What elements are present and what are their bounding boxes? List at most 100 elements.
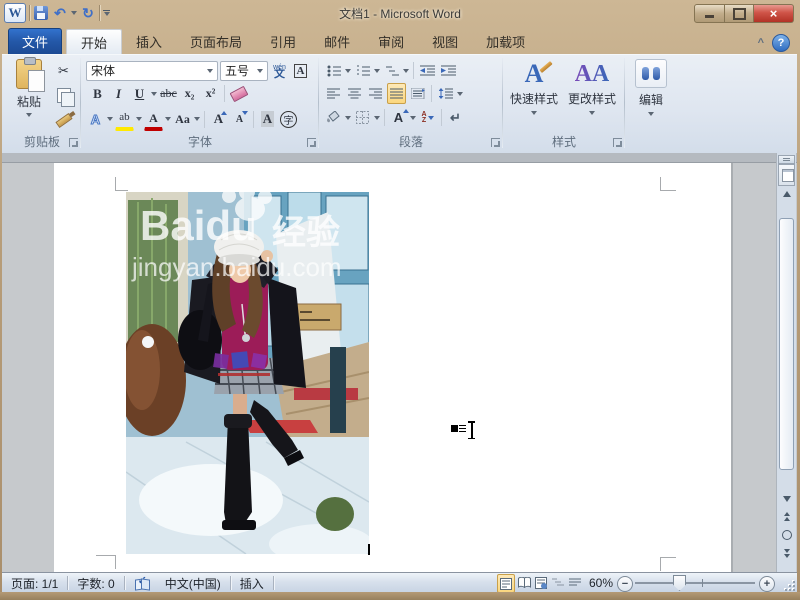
font-name-combo[interactable]: 宋体: [86, 61, 218, 81]
character-border-button[interactable]: A: [291, 60, 310, 81]
distribute-button[interactable]: [408, 83, 427, 104]
print-layout-view-button[interactable]: [497, 574, 515, 593]
tab-page-layout[interactable]: 页面布局: [176, 29, 256, 54]
font-color-button[interactable]: A: [144, 107, 163, 131]
asian-layout-button[interactable]: A: [389, 107, 408, 128]
numbering-button[interactable]: [353, 60, 372, 81]
scrollbar-thumb[interactable]: [779, 218, 794, 470]
align-left-button[interactable]: [324, 83, 343, 104]
editing-dropdown-arrow[interactable]: [648, 112, 654, 116]
zoom-out-button[interactable]: −: [617, 576, 633, 592]
previous-page-button[interactable]: [778, 508, 795, 524]
collapse-ribbon-icon[interactable]: ^: [758, 37, 764, 49]
bullets-dropdown-arrow[interactable]: [345, 69, 351, 73]
tab-references[interactable]: 引用: [256, 29, 310, 54]
font-size-combo[interactable]: 五号: [220, 61, 268, 81]
superscript-button[interactable]: x²: [201, 83, 220, 104]
underline-dropdown-arrow[interactable]: [151, 92, 157, 96]
tab-review[interactable]: 审阅: [364, 29, 418, 54]
help-button[interactable]: ?: [772, 34, 790, 52]
change-styles-dropdown-arrow[interactable]: [589, 111, 595, 115]
close-button[interactable]: ×: [754, 4, 794, 23]
scroll-up-button[interactable]: [778, 186, 795, 201]
word-count[interactable]: 字数: 0: [68, 575, 123, 592]
phonetic-guide-button[interactable]: wén 文: [270, 60, 289, 81]
scroll-down-button[interactable]: [778, 491, 795, 506]
editing-button[interactable]: 编辑: [631, 59, 671, 143]
strikethrough-button[interactable]: abc: [159, 83, 178, 104]
draft-view-button[interactable]: [567, 574, 583, 591]
line-spacing-button[interactable]: [436, 83, 455, 104]
inserted-picture[interactable]: Baidu 经验 jingyan.baidu.com: [126, 192, 369, 554]
select-browse-object-button[interactable]: [778, 527, 795, 543]
quick-styles-button[interactable]: A 快速样式: [506, 57, 562, 137]
copy-button[interactable]: [54, 85, 73, 106]
justify-button[interactable]: [387, 83, 406, 104]
borders-button[interactable]: [353, 107, 372, 128]
font-color-dropdown-arrow[interactable]: [165, 117, 171, 121]
highlight-button[interactable]: ab: [115, 107, 134, 131]
shading-button[interactable]: [324, 107, 343, 128]
paste-dropdown-arrow[interactable]: [26, 113, 32, 117]
character-shading-button[interactable]: A: [258, 109, 277, 130]
zoom-slider-track[interactable]: [635, 582, 755, 584]
resize-grip[interactable]: [782, 578, 795, 591]
line-spacing-dropdown-arrow[interactable]: [457, 92, 463, 96]
font-dialog-launcher[interactable]: [307, 138, 316, 147]
tab-mailings[interactable]: 邮件: [310, 29, 364, 54]
increase-indent-button[interactable]: [439, 60, 458, 81]
text-effects-button[interactable]: A: [86, 109, 105, 130]
tab-view[interactable]: 视图: [418, 29, 472, 54]
zoom-slider-thumb[interactable]: [673, 575, 686, 591]
change-case-button[interactable]: Aa: [173, 109, 192, 130]
tab-add-ins[interactable]: 加载项: [472, 29, 539, 54]
title-bar[interactable]: W ↶ ↻ 文档1 - Microsoft Word ×: [0, 0, 800, 26]
web-layout-view-button[interactable]: [533, 574, 549, 591]
tab-home[interactable]: 开始: [66, 29, 122, 54]
split-window-handle[interactable]: [778, 155, 795, 164]
minimize-button[interactable]: [694, 4, 725, 23]
highlight-dropdown-arrow[interactable]: [136, 117, 142, 121]
maximize-button[interactable]: [725, 4, 754, 23]
subscript-button[interactable]: x₂: [180, 83, 199, 104]
multilevel-list-button[interactable]: [382, 60, 401, 81]
quick-styles-dropdown-arrow[interactable]: [531, 111, 537, 115]
change-case-dropdown-arrow[interactable]: [194, 117, 200, 121]
shrink-font-button[interactable]: A: [230, 109, 249, 130]
underline-button[interactable]: U: [130, 83, 149, 104]
italic-button[interactable]: I: [109, 83, 128, 104]
styles-dialog-launcher[interactable]: [613, 138, 622, 147]
proofing-status-icon[interactable]: ✓: [135, 577, 150, 589]
bullets-button[interactable]: [324, 60, 343, 81]
clear-formatting-button[interactable]: [229, 83, 248, 104]
zoom-in-button[interactable]: +: [759, 576, 775, 592]
full-screen-reading-view-button[interactable]: [516, 574, 532, 591]
bold-button[interactable]: B: [88, 83, 107, 104]
clipboard-dialog-launcher[interactable]: [69, 138, 78, 147]
cut-button[interactable]: ✂: [54, 60, 73, 81]
outline-view-button[interactable]: [550, 574, 566, 591]
paste-button[interactable]: 粘贴: [10, 59, 48, 133]
text-effects-dropdown-arrow[interactable]: [107, 117, 113, 121]
decrease-indent-button[interactable]: [418, 60, 437, 81]
insert-mode-indicator[interactable]: 插入: [231, 575, 273, 592]
grow-font-button[interactable]: A: [209, 109, 228, 130]
page-indicator[interactable]: 页面: 1/1: [2, 575, 67, 592]
align-center-button[interactable]: [345, 83, 364, 104]
borders-dropdown-arrow[interactable]: [374, 116, 380, 120]
align-right-button[interactable]: [366, 83, 385, 104]
ruler-toggle-button[interactable]: [778, 164, 795, 186]
tab-insert[interactable]: 插入: [122, 29, 176, 54]
enclose-characters-button[interactable]: 字: [279, 109, 298, 130]
zoom-level[interactable]: 60%: [585, 576, 613, 590]
tab-file[interactable]: 文件: [8, 28, 62, 55]
language-indicator[interactable]: 中文(中国): [156, 575, 230, 592]
format-painter-button[interactable]: [54, 110, 73, 131]
multilevel-dropdown-arrow[interactable]: [403, 69, 409, 73]
numbering-dropdown-arrow[interactable]: [374, 69, 380, 73]
change-styles-button[interactable]: AA 更改样式: [564, 57, 620, 137]
next-page-button[interactable]: [778, 545, 795, 561]
paragraph-dialog-launcher[interactable]: [491, 138, 500, 147]
show-hide-marks-button[interactable]: ↵: [446, 107, 465, 128]
shading-dropdown-arrow[interactable]: [345, 116, 351, 120]
